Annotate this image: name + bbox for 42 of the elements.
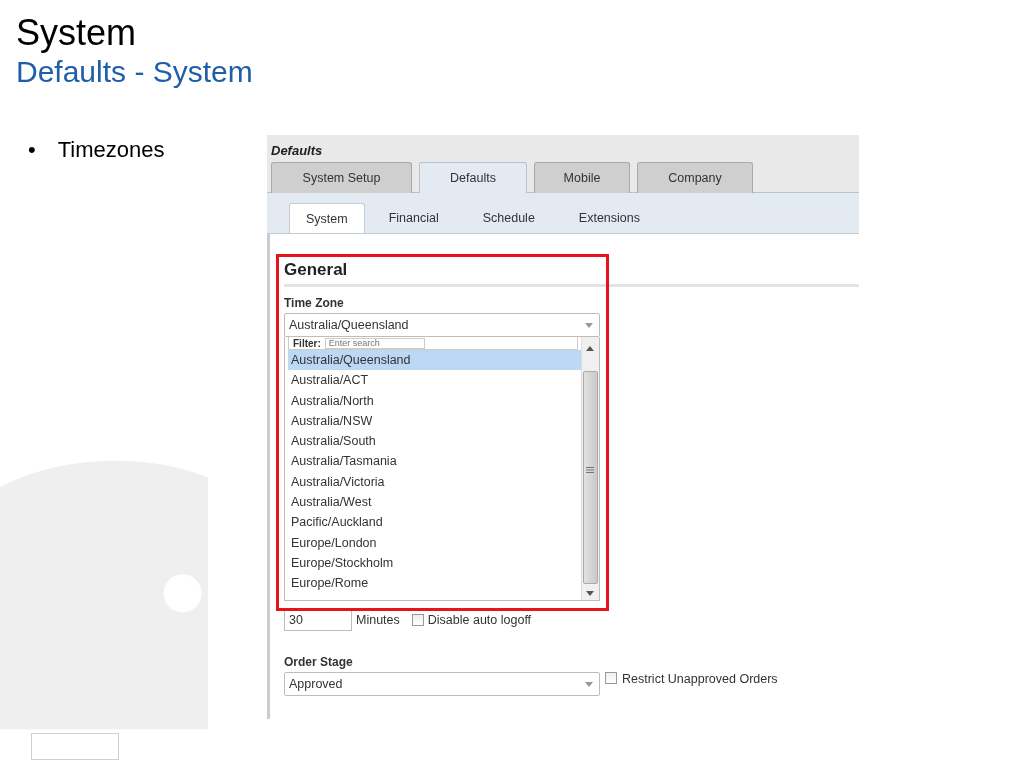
tab[interactable]: Mobile	[534, 162, 630, 193]
scroll-up-icon[interactable]	[586, 346, 594, 351]
caret-icon	[585, 681, 593, 687]
time-zone-option[interactable]: Australia/Queensland	[288, 350, 581, 371]
tab[interactable]: Defaults	[419, 162, 527, 193]
time-zone-select[interactable]: Australia/Queensland	[284, 313, 600, 337]
grip-icon	[586, 467, 594, 473]
order-stage-select[interactable]: Approved	[284, 672, 600, 696]
tab[interactable]: System Setup	[271, 162, 412, 193]
filter-label: Filter:	[293, 337, 321, 349]
time-zone-option[interactable]: Europe/Stockholm	[288, 552, 581, 574]
checkbox[interactable]	[605, 672, 617, 684]
scroll-down-icon[interactable]	[586, 591, 594, 596]
time-zone-option[interactable]: Pacific/Auckland	[288, 512, 581, 533]
caret-icon	[585, 322, 593, 328]
time-zone-option[interactable]: Australia/West	[288, 492, 581, 513]
slide-title: System	[16, 12, 137, 54]
subtab[interactable]: Schedule	[460, 203, 557, 233]
subtab[interactable]: Financial	[366, 203, 461, 233]
field-label: Time Zone	[284, 296, 344, 310]
section-heading: General	[284, 260, 348, 280]
bullet-text: Timezones	[57, 137, 165, 163]
time-zone-option[interactable]: Australia/South	[288, 431, 581, 452]
time-zone-option[interactable]: Australia/Tasmania	[288, 451, 581, 472]
tab[interactable]: Company	[637, 162, 753, 193]
subtab[interactable]: System	[289, 203, 365, 233]
subtab[interactable]: Extensions	[556, 203, 662, 233]
unit-label: Minutes	[356, 612, 400, 627]
filter-field[interactable]: Enter search	[324, 337, 425, 349]
slide-subtitle: Defaults - System	[16, 54, 253, 90]
field-label: Order Stage	[284, 655, 353, 669]
checkbox[interactable]	[411, 613, 424, 626]
bullet-marker: •	[28, 137, 36, 163]
time-zone-option[interactable]: Europe/Rome	[288, 573, 581, 594]
time-zone-option[interactable]: Australia/ACT	[288, 370, 581, 391]
panel-title: Defaults	[270, 142, 323, 160]
checkbox-label: Disable auto logoff	[427, 612, 532, 627]
checkbox-label: Restrict Unapproved Orders	[622, 672, 778, 686]
time-zone-option[interactable]: Australia/NSW	[288, 410, 581, 432]
time-zone-option[interactable]: Australia/Victoria	[288, 471, 581, 493]
time-zone-option[interactable]: Australia/North	[288, 390, 581, 411]
time-zone-option[interactable]: Europe/London	[288, 532, 581, 553]
